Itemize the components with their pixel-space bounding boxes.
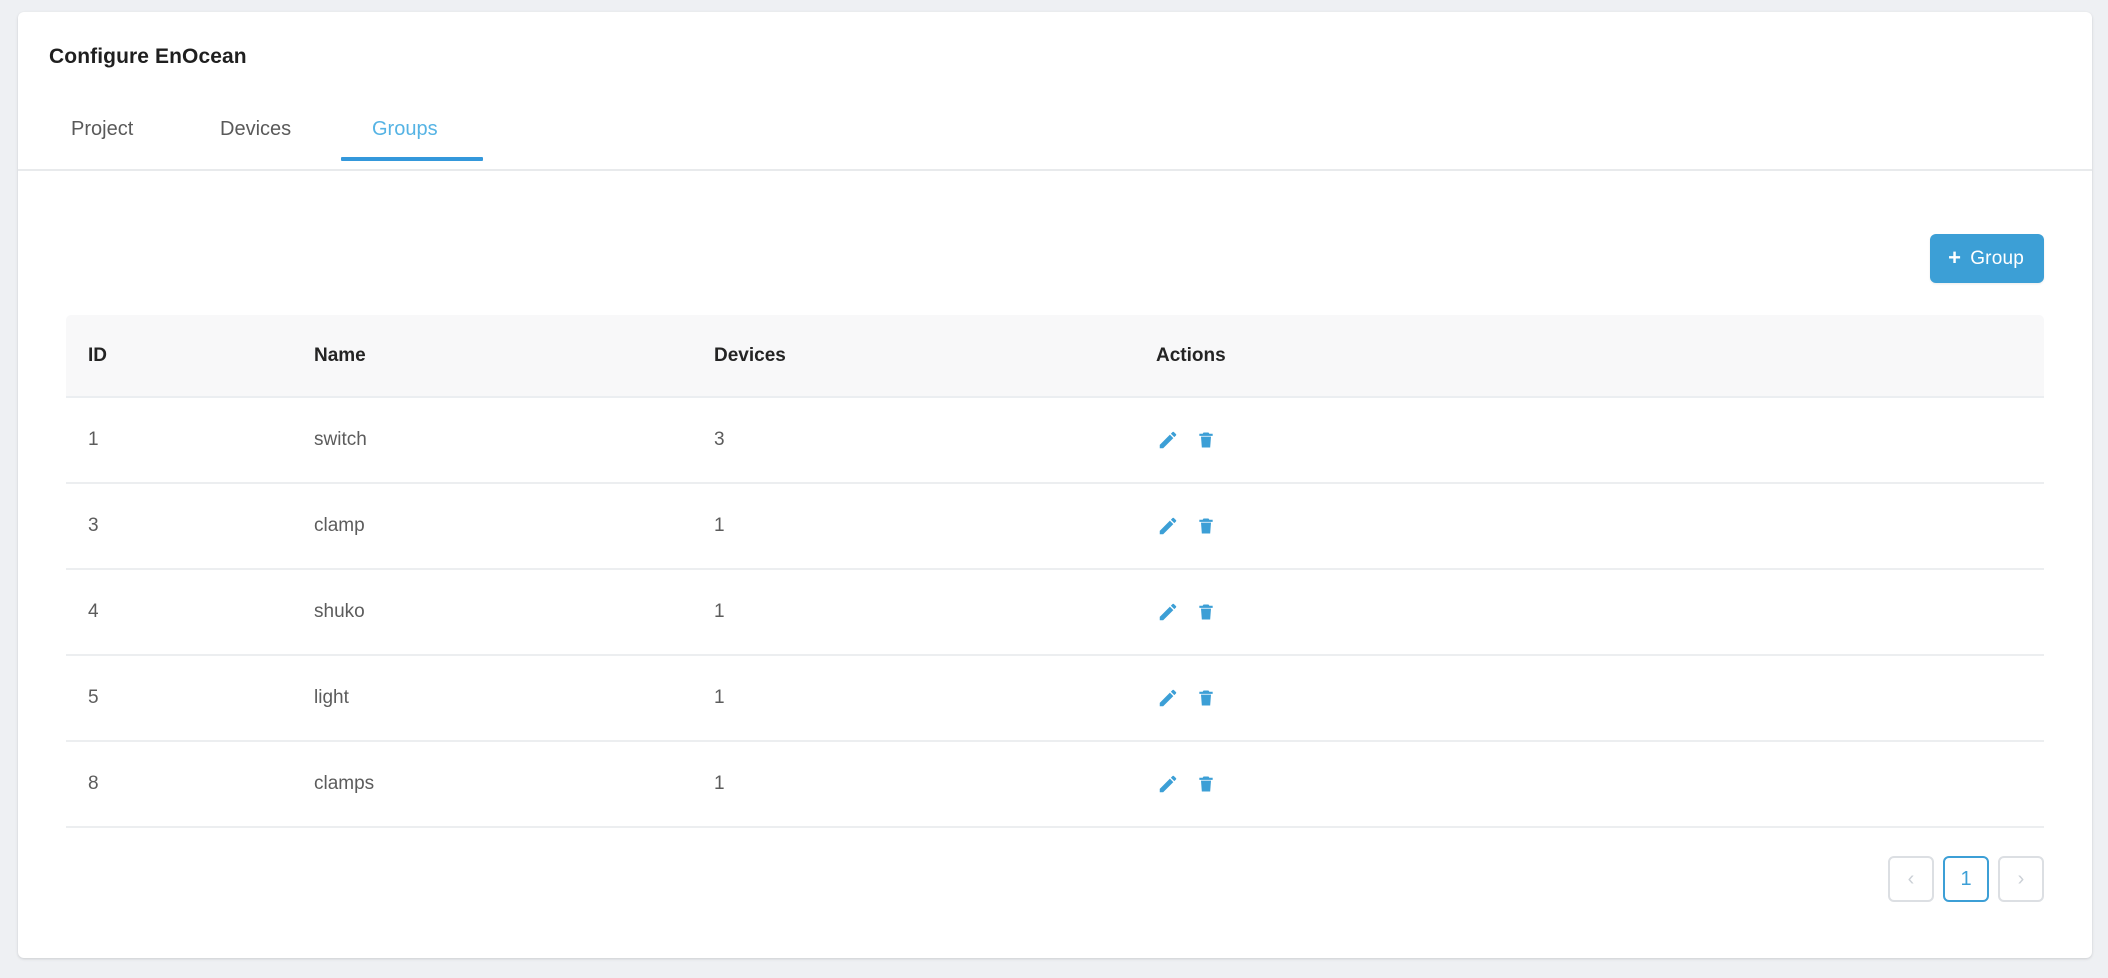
cell-devices: 1 xyxy=(714,741,1156,828)
cell-name: switch xyxy=(314,397,714,484)
cell-name: clamps xyxy=(314,741,714,828)
column-header-devices[interactable]: Devices xyxy=(714,315,1156,398)
cell-actions xyxy=(1156,483,2044,570)
column-header-id[interactable]: ID xyxy=(66,315,314,398)
column-header-actions: Actions xyxy=(1156,315,2044,398)
cell-devices: 1 xyxy=(714,655,1156,742)
groups-table-wrapper: ID Name Devices Actions 1 switch 3 3 cla… xyxy=(66,315,2044,828)
cell-actions xyxy=(1156,741,2044,828)
pagination-next-button[interactable]: › xyxy=(1998,856,2044,902)
cell-name: shuko xyxy=(314,569,714,656)
pagination-page-1[interactable]: 1 xyxy=(1943,856,1989,902)
add-group-button[interactable]: + Group xyxy=(1930,234,2044,283)
tab-groups[interactable]: Groups xyxy=(341,119,483,161)
plus-icon: + xyxy=(1948,244,1962,270)
tab-devices[interactable]: Devices xyxy=(191,119,341,159)
edit-icon[interactable] xyxy=(1156,600,1180,624)
card-body: + Group ID Name Devices Actions 1 switch… xyxy=(18,171,2092,902)
cell-devices: 1 xyxy=(714,483,1156,570)
table-row: 4 shuko 1 xyxy=(66,569,2044,656)
table-row: 3 clamp 1 xyxy=(66,483,2044,570)
toolbar: + Group xyxy=(66,171,2044,283)
table-body: 1 switch 3 3 clamp 1 4 shuko 1 5 light 1… xyxy=(66,397,2044,828)
cell-devices: 3 xyxy=(714,397,1156,484)
cell-name: clamp xyxy=(314,483,714,570)
edit-icon[interactable] xyxy=(1156,772,1180,796)
page-title: Configure EnOcean xyxy=(49,45,247,68)
cell-actions xyxy=(1156,397,2044,484)
cell-id: 1 xyxy=(66,397,314,484)
cell-actions xyxy=(1156,569,2044,656)
cell-id: 8 xyxy=(66,741,314,828)
tab-bar: Project Devices Groups xyxy=(49,97,2092,161)
configure-enocean-card: Configure EnOcean Project Devices Groups… xyxy=(18,12,2092,958)
cell-id: 3 xyxy=(66,483,314,570)
cell-devices: 1 xyxy=(714,569,1156,656)
card-header: Configure EnOcean Project Devices Groups xyxy=(18,12,2092,171)
table-row: 8 clamps 1 xyxy=(66,741,2044,828)
edit-icon[interactable] xyxy=(1156,428,1180,452)
page-root: Configure EnOcean Project Devices Groups… xyxy=(0,0,2108,978)
edit-icon[interactable] xyxy=(1156,686,1180,710)
cell-actions xyxy=(1156,655,2044,742)
cell-id: 4 xyxy=(66,569,314,656)
table-row: 1 switch 3 xyxy=(66,397,2044,484)
delete-icon[interactable] xyxy=(1194,772,1218,796)
pagination: ‹ 1 › xyxy=(66,828,2044,902)
pagination-prev-button[interactable]: ‹ xyxy=(1888,856,1934,902)
add-group-button-label: Group xyxy=(1970,247,2024,269)
delete-icon[interactable] xyxy=(1194,600,1218,624)
table-row: 5 light 1 xyxy=(66,655,2044,742)
column-header-name[interactable]: Name xyxy=(314,315,714,398)
delete-icon[interactable] xyxy=(1194,514,1218,538)
delete-icon[interactable] xyxy=(1194,428,1218,452)
delete-icon[interactable] xyxy=(1194,686,1218,710)
cell-id: 5 xyxy=(66,655,314,742)
edit-icon[interactable] xyxy=(1156,514,1180,538)
table-header-row: ID Name Devices Actions xyxy=(66,315,2044,398)
groups-table: ID Name Devices Actions 1 switch 3 3 cla… xyxy=(66,315,2044,828)
tab-project[interactable]: Project xyxy=(49,119,191,159)
table-head: ID Name Devices Actions xyxy=(66,315,2044,398)
cell-name: light xyxy=(314,655,714,742)
